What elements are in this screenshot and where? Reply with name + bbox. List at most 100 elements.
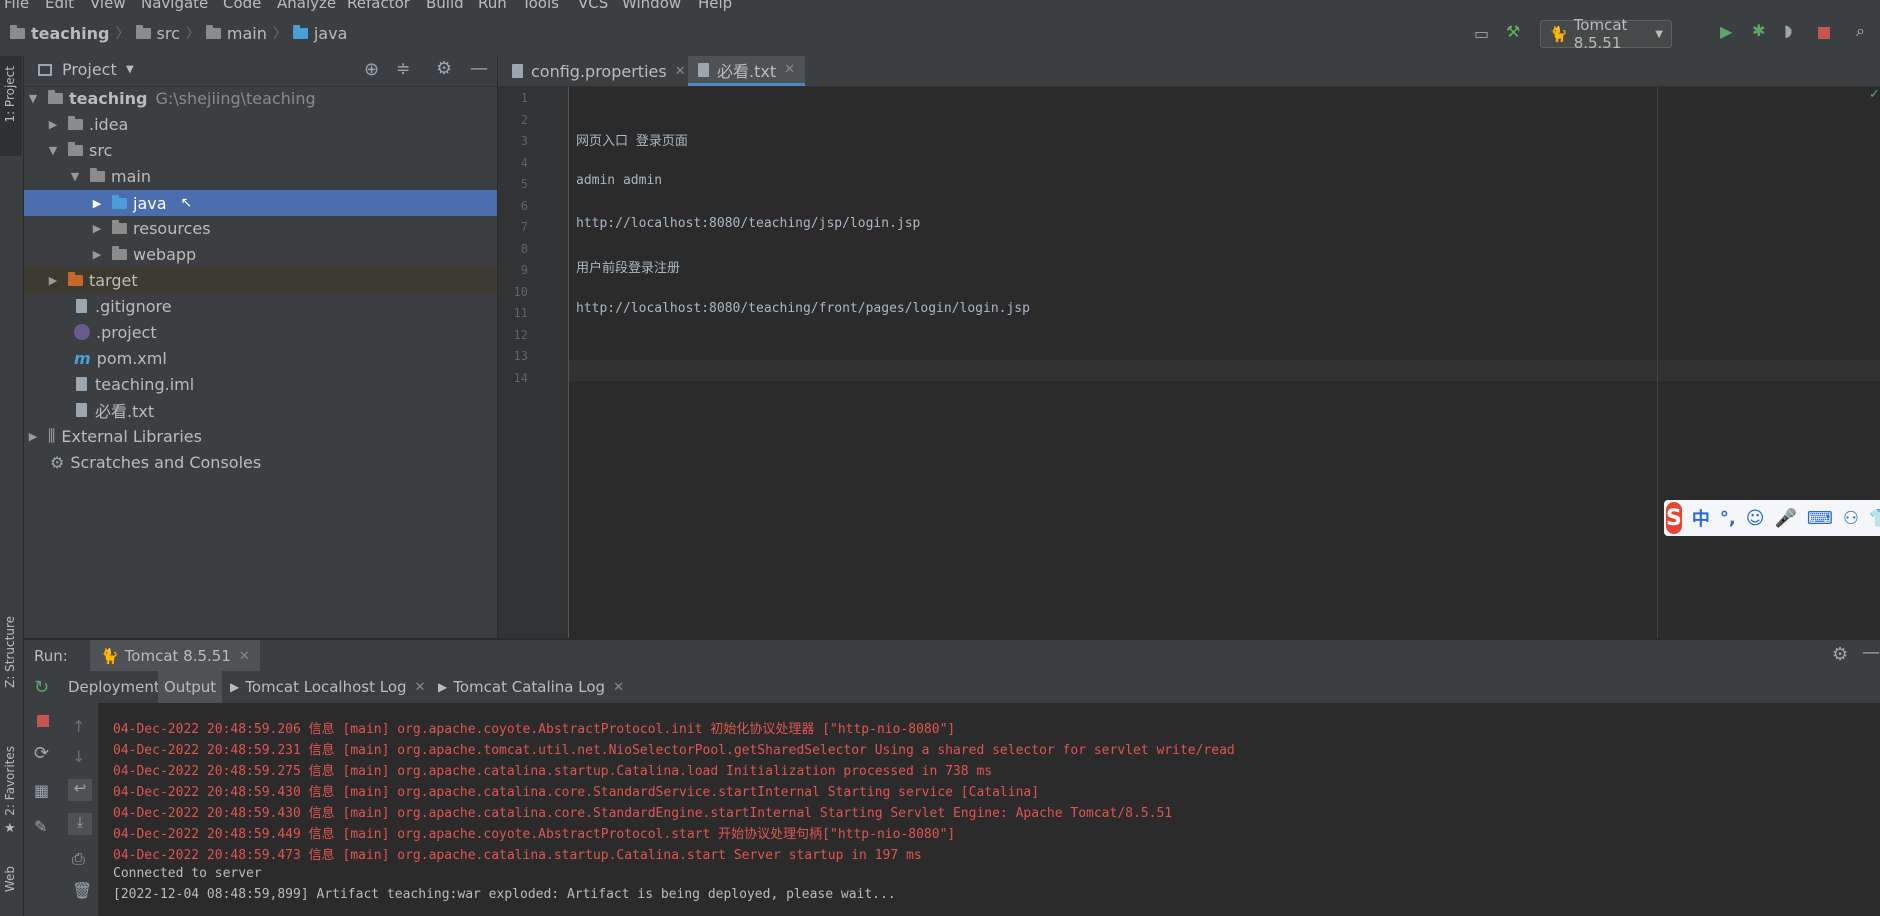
ime-emoji-icon[interactable]: ☺	[1746, 508, 1765, 529]
menu-build[interactable]: Build	[426, 0, 464, 12]
collapsed-arrow-icon[interactable]: ▶	[46, 274, 60, 287]
web-tab-label[interactable]: Web	[3, 866, 17, 892]
pin-icon[interactable]: ✎	[34, 817, 47, 836]
inspection-ok-icon[interactable]: ✓	[1869, 87, 1880, 102]
tab-deployment[interactable]: Deployment	[62, 671, 166, 703]
tree-node-teaching-iml[interactable]: teaching.iml	[24, 371, 497, 397]
ime-punctuation-icon[interactable]: °,	[1720, 508, 1736, 529]
menu-help[interactable]: Help	[698, 0, 732, 12]
gear-icon[interactable]: ⚙	[1832, 644, 1848, 665]
tree-node-main[interactable]: ▼ main	[24, 163, 497, 189]
update-icon[interactable]: ⟳	[34, 743, 49, 764]
expanded-arrow-icon[interactable]: ▼	[46, 144, 60, 157]
scroll-to-end-icon[interactable]: ⤓	[68, 813, 92, 835]
close-icon[interactable]: ✕	[613, 680, 624, 695]
ime-toolbar[interactable]: S 中 °, ☺ 🎤 ⌨ ⚇ 👕	[1664, 500, 1880, 536]
project-view-title[interactable]: Project	[62, 60, 117, 79]
menu-tools[interactable]: Tools	[522, 0, 559, 12]
project-tool-tab[interactable]: 1: Project	[0, 56, 22, 156]
gear-icon[interactable]: ⚙	[436, 58, 452, 79]
print-icon[interactable]: ⎙	[72, 849, 85, 869]
menu-file[interactable]: File	[4, 0, 29, 12]
tree-node-teaching[interactable]: ▼ teaching G:\shejiing\teaching	[24, 85, 497, 111]
tab-readme-txt[interactable]: 必看.txt ✕	[688, 56, 806, 86]
tree-node-gitignore[interactable]: .gitignore	[24, 293, 497, 319]
collapsed-arrow-icon[interactable]: ▶	[26, 430, 40, 443]
collapse-all-icon[interactable]: ≑	[396, 59, 410, 79]
breadcrumb-java[interactable]: java	[314, 24, 348, 43]
code-line-3[interactable]: 网页入口 登录页面	[576, 130, 688, 149]
trash-icon[interactable]: 🗑	[72, 881, 92, 900]
stop-icon[interactable]	[37, 715, 49, 727]
arrow-up-icon[interactable]: ↑	[72, 717, 85, 736]
tab-output[interactable]: Output	[158, 671, 223, 703]
terminal-icon[interactable]: ▭	[1474, 24, 1489, 43]
code-line-5[interactable]: admin admin	[576, 173, 662, 188]
expanded-arrow-icon[interactable]: ▼	[68, 170, 82, 183]
code-line-7[interactable]: http://localhost:8080/teaching/jsp/login…	[576, 216, 920, 231]
code-line-9[interactable]: 用户前段登录注册	[576, 257, 680, 276]
collapsed-arrow-icon[interactable]: ▶	[90, 222, 104, 235]
run-config-selector[interactable]: 🐈 Tomcat 8.5.51 ▼	[1540, 16, 1672, 52]
menu-window[interactable]: Window	[622, 0, 681, 12]
code-line-11[interactable]: http://localhost:8080/teaching/front/pag…	[576, 301, 1030, 316]
menu-edit[interactable]: Edit	[45, 0, 74, 12]
menu-code[interactable]: Code	[223, 0, 261, 12]
tree-node-project[interactable]: .project	[24, 319, 497, 345]
build-hammer-icon[interactable]: ⚒	[1506, 22, 1520, 41]
close-icon[interactable]: ✕	[415, 680, 426, 695]
sogou-logo-icon[interactable]: S	[1666, 502, 1682, 534]
menu-refactor[interactable]: Refactor	[347, 0, 410, 12]
layout-icon[interactable]: ▦	[34, 781, 49, 800]
debug-icon[interactable]: ✱	[1752, 21, 1765, 40]
menu-view[interactable]: View	[90, 0, 126, 12]
tab-tomcat-localhost-log[interactable]: ▶ Tomcat Localhost Log ✕	[224, 671, 431, 703]
breadcrumb-main[interactable]: main	[227, 24, 267, 43]
tree-node-external-libraries[interactable]: ▶ ⫼ External Libraries	[24, 423, 497, 449]
chevron-down-icon[interactable]: ▼	[126, 64, 134, 75]
close-icon[interactable]: ✕	[239, 649, 250, 664]
tree-node-resources[interactable]: ▶ resources	[24, 215, 497, 241]
menu-run[interactable]: Run	[478, 0, 507, 12]
soft-wrap-icon[interactable]: ↩	[68, 779, 92, 801]
console-output[interactable]: 04-Dec-2022 20:48:59.206 信息 [main] org.a…	[99, 703, 1880, 916]
menu-analyze[interactable]: Analyze	[277, 0, 336, 12]
ime-keyboard-icon[interactable]: ⌨	[1807, 508, 1833, 529]
collapsed-arrow-icon[interactable]: ▶	[90, 197, 104, 210]
arrow-down-icon[interactable]: ↓	[72, 747, 85, 766]
close-icon[interactable]: ✕	[784, 62, 795, 77]
collapsed-arrow-icon[interactable]: ▶	[46, 118, 60, 131]
text-editor[interactable]: 网页入口 登录页面 admin admin http://localhost:8…	[569, 87, 1880, 638]
breadcrumb-src[interactable]: src	[157, 24, 180, 43]
tab-config-properties[interactable]: config.properties ✕	[502, 56, 696, 86]
rerun-icon[interactable]: ↻	[34, 677, 49, 698]
menu-navigate[interactable]: Navigate	[141, 0, 208, 12]
structure-tab-label[interactable]: Z: Structure	[3, 616, 17, 688]
favorites-tab-label[interactable]: 2: Favorites	[3, 746, 17, 816]
ime-skin-icon[interactable]: 👕	[1869, 508, 1880, 529]
run-icon[interactable]: ▶	[1720, 22, 1732, 41]
tree-node-webapp[interactable]: ▶ webapp	[24, 241, 497, 267]
ime-user-icon[interactable]: ⚇	[1843, 508, 1859, 529]
tree-node-idea[interactable]: ▶ .idea	[24, 111, 497, 137]
run-config-tab[interactable]: 🐈 Tomcat 8.5.51 ✕	[90, 640, 260, 672]
ime-voice-icon[interactable]: 🎤	[1774, 508, 1796, 529]
close-icon[interactable]: ✕	[675, 64, 686, 79]
tree-node-scratches[interactable]: ⚙ Scratches and Consoles	[24, 449, 497, 475]
tree-node-target[interactable]: ▶ target	[24, 267, 497, 293]
expanded-arrow-icon[interactable]: ▼	[26, 92, 40, 105]
tree-node-pom[interactable]: m pom.xml	[24, 345, 497, 371]
coverage-icon[interactable]: ◗	[1784, 21, 1792, 40]
tree-node-java[interactable]: ▶ java ↖	[24, 190, 497, 216]
tree-node-readme-txt[interactable]: 必看.txt	[24, 397, 497, 423]
hide-icon[interactable]: —	[470, 58, 488, 79]
ime-chinese-mode[interactable]: 中	[1692, 505, 1710, 531]
breadcrumb-teaching[interactable]: teaching	[31, 24, 110, 43]
menu-vcs[interactable]: VCS	[578, 0, 608, 12]
locate-icon[interactable]: ⊕	[364, 59, 379, 80]
stop-icon[interactable]	[1818, 27, 1830, 39]
collapsed-arrow-icon[interactable]: ▶	[90, 248, 104, 261]
hide-icon[interactable]: —	[1862, 642, 1880, 663]
tab-tomcat-catalina-log[interactable]: ▶ Tomcat Catalina Log ✕	[432, 671, 630, 703]
search-icon[interactable]: ⌕	[1856, 21, 1865, 41]
